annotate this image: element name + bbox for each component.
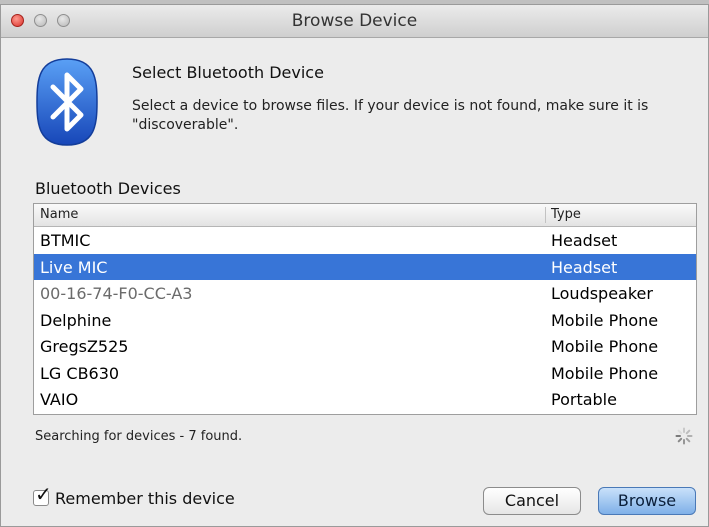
spinner-icon bbox=[675, 427, 693, 445]
device-type: Headset bbox=[551, 231, 618, 250]
browse-device-window: Browse Device Select Bluetooth Device Se… bbox=[0, 4, 709, 527]
column-divider bbox=[545, 207, 546, 223]
table-row-selected[interactable]: Live MIC Headset bbox=[34, 253, 696, 280]
device-type: Loudspeaker bbox=[551, 284, 653, 303]
table-header: Name Type bbox=[34, 204, 696, 227]
browse-button[interactable]: Browse bbox=[598, 487, 696, 515]
remember-device-checkbox[interactable]: ✓ bbox=[33, 484, 52, 506]
remember-device-label[interactable]: Remember this device bbox=[55, 489, 235, 508]
devices-table[interactable]: Name Type BTMIC Headset Live MIC Headset… bbox=[33, 203, 697, 415]
table-row[interactable]: BTMIC Headset bbox=[34, 227, 696, 254]
title-bar: Browse Device bbox=[1, 5, 708, 38]
device-type: Mobile Phone bbox=[551, 337, 659, 356]
device-type: Portable bbox=[551, 390, 617, 409]
table-row[interactable]: LG CB630 Mobile Phone bbox=[34, 360, 696, 387]
window-title: Browse Device bbox=[291, 11, 418, 31]
device-type: Headset bbox=[551, 257, 618, 277]
cancel-button[interactable]: Cancel bbox=[483, 487, 581, 515]
device-name: BTMIC bbox=[40, 231, 91, 250]
device-name: 00-16-74-F0-CC-A3 bbox=[40, 284, 193, 303]
device-name: Live MIC bbox=[40, 257, 108, 277]
table-row[interactable]: Delphine Mobile Phone bbox=[34, 307, 696, 334]
device-name: Delphine bbox=[40, 310, 112, 330]
device-name: GregsZ525 bbox=[40, 337, 129, 356]
bluetooth-icon bbox=[36, 58, 98, 146]
table-row[interactable]: 00-16-74-F0-CC-A3 Loudspeaker bbox=[34, 280, 696, 307]
search-status: Searching for devices - 7 found. bbox=[35, 429, 243, 444]
device-name: LG CB630 bbox=[40, 363, 120, 383]
device-name: VAIO bbox=[40, 390, 79, 409]
table-row[interactable]: VAIO Portable bbox=[34, 386, 696, 413]
device-type: Mobile Phone bbox=[551, 363, 659, 383]
column-header-name[interactable]: Name bbox=[40, 207, 78, 222]
devices-section-label: Bluetooth Devices bbox=[35, 179, 181, 198]
dialog-heading: Select Bluetooth Device bbox=[132, 63, 324, 82]
checkmark-icon: ✓ bbox=[35, 482, 52, 506]
column-header-type[interactable]: Type bbox=[551, 207, 581, 222]
dialog-description: Select a device to browse files. If your… bbox=[132, 98, 649, 133]
table-row[interactable]: GregsZ525 Mobile Phone bbox=[34, 333, 696, 360]
device-type: Mobile Phone bbox=[551, 310, 659, 330]
